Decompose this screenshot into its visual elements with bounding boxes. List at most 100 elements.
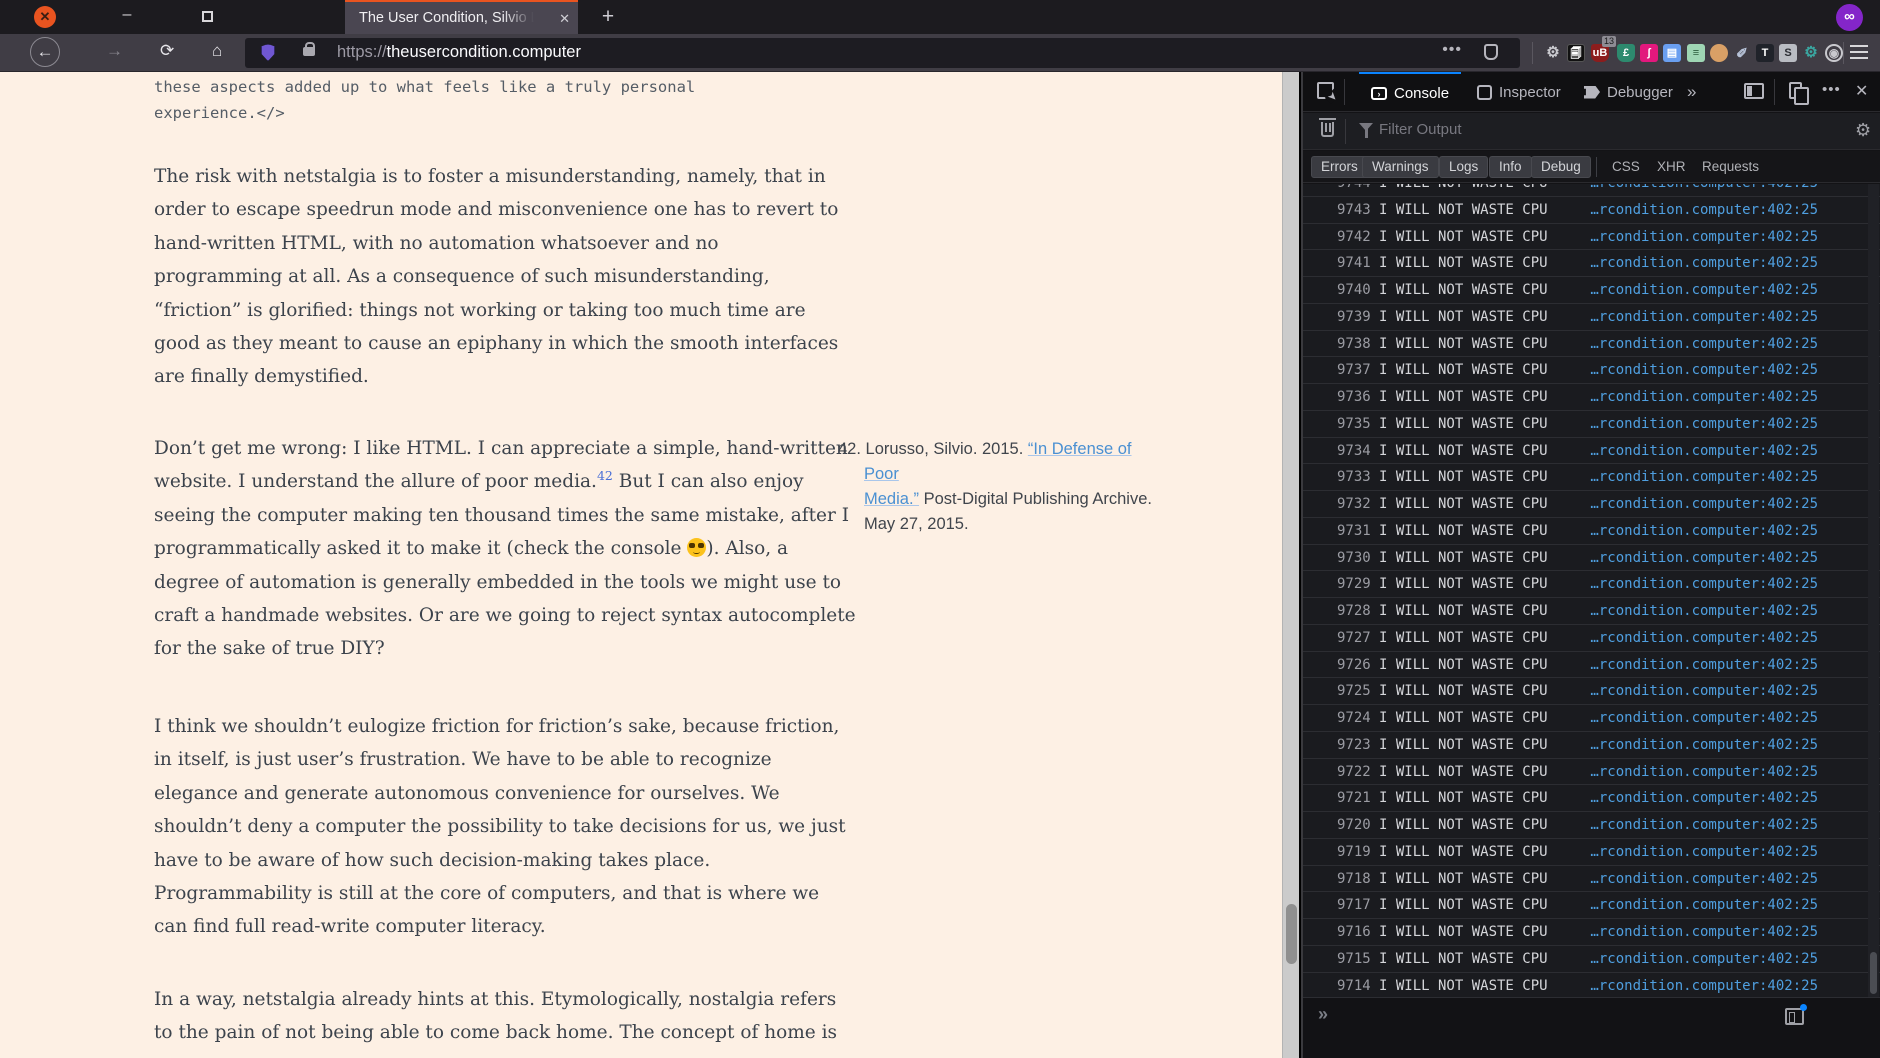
extension-ublock-icon[interactable]: uB13 — [1591, 44, 1609, 62]
extension-teal-gear-icon[interactable]: ⚙ — [1802, 44, 1820, 62]
log-source-link[interactable]: …rcondition.computer:402:25 — [1590, 518, 1818, 544]
console-scrollbar[interactable] — [1868, 184, 1879, 997]
reload-button[interactable]: ⟳ — [160, 41, 174, 61]
pocket-icon[interactable] — [1484, 44, 1498, 60]
inspector-icon — [1477, 85, 1492, 100]
log-source-link[interactable]: …rcondition.computer:402:25 — [1590, 464, 1818, 490]
pick-element-icon[interactable] — [1317, 82, 1334, 99]
console-output[interactable]: 9744 I WILL NOT WASTE CPU …rcondition.co… — [1303, 184, 1880, 997]
tab-close-icon[interactable]: ✕ — [559, 11, 570, 27]
responsive-design-icon[interactable] — [1789, 82, 1802, 99]
log-message: I WILL NOT WASTE CPU — [1379, 250, 1548, 276]
filter-logs-button[interactable]: Logs — [1439, 156, 1488, 178]
window-minimize-button[interactable]: – — [116, 6, 138, 28]
lock-icon[interactable] — [303, 47, 315, 56]
tab-title: The User Condition, Silvio L — [359, 10, 534, 26]
extension-s-icon[interactable]: S — [1779, 44, 1797, 62]
footnote-ref-link[interactable]: 42 — [597, 468, 613, 483]
log-source-link[interactable]: …rcondition.computer:402:25 — [1590, 812, 1818, 838]
home-button[interactable]: ⌂ — [212, 41, 222, 61]
log-repeat-number: 9735 — [1337, 411, 1371, 437]
log-source-link[interactable]: …rcondition.computer:402:25 — [1590, 438, 1818, 464]
extension-pen-icon[interactable]: ✐ — [1733, 44, 1751, 62]
log-source-link[interactable]: …rcondition.computer:402:25 — [1590, 625, 1818, 651]
extension-notepad-icon[interactable]: ≡ — [1687, 44, 1705, 62]
log-source-link[interactable]: …rcondition.computer:402:25 — [1590, 598, 1818, 624]
extension-pink-icon[interactable]: ʃ — [1640, 44, 1658, 62]
log-source-link[interactable]: …rcondition.computer:402:25 — [1590, 224, 1818, 250]
tracking-protection-shield-icon[interactable] — [261, 44, 275, 61]
tab-inspector[interactable]: Inspector — [1467, 72, 1571, 112]
page-scrollbar[interactable] — [1282, 72, 1299, 1058]
dock-layout-icon[interactable] — [1744, 83, 1764, 99]
console-settings-gear-icon[interactable]: ⚙ — [1855, 120, 1871, 141]
filter-debug-button[interactable]: Debug — [1531, 156, 1591, 178]
log-source-link[interactable]: …rcondition.computer:402:25 — [1590, 277, 1818, 303]
page-scrollbar-thumb[interactable] — [1286, 904, 1297, 964]
log-source-link[interactable]: …rcondition.computer:402:25 — [1590, 545, 1818, 571]
log-source-link[interactable]: …rcondition.computer:402:25 — [1590, 866, 1818, 892]
window-close-button[interactable]: ✕ — [34, 6, 56, 28]
filter-requests-button[interactable]: Requests — [1702, 159, 1759, 174]
tab-debugger[interactable]: Debugger — [1574, 72, 1683, 112]
log-source-link[interactable]: …rcondition.computer:402:25 — [1590, 919, 1818, 945]
filter-css-button[interactable]: CSS — [1612, 159, 1640, 174]
log-source-link[interactable]: …rcondition.computer:402:25 — [1590, 491, 1818, 517]
log-message: I WILL NOT WASTE CPU — [1379, 973, 1548, 998]
log-source-link[interactable]: …rcondition.computer:402:25 — [1590, 411, 1818, 437]
console-scrollbar-thumb[interactable] — [1870, 952, 1877, 994]
log-source-link[interactable]: …rcondition.computer:402:25 — [1590, 250, 1818, 276]
log-source-link[interactable]: …rcondition.computer:402:25 — [1590, 652, 1818, 678]
log-source-link[interactable]: …rcondition.computer:402:25 — [1590, 197, 1818, 223]
devtools-menu-icon[interactable]: ••• — [1822, 81, 1841, 98]
log-source-link[interactable]: …rcondition.computer:402:25 — [1590, 759, 1818, 785]
new-tab-button[interactable]: + — [596, 5, 620, 29]
browser-tab[interactable]: The User Condition, Silvio L ✕ — [345, 0, 578, 34]
log-source-link[interactable]: …rcondition.computer:402:25 — [1590, 946, 1818, 972]
extension-account-icon[interactable]: ◉ — [1825, 44, 1843, 62]
log-source-link[interactable]: …rcondition.computer:402:25 — [1590, 571, 1818, 597]
tab-console[interactable]: › Console — [1359, 72, 1461, 112]
log-message: I WILL NOT WASTE CPU — [1379, 184, 1548, 196]
console-filter-buttons: Errors Warnings Logs Info Debug CSS XHR … — [1303, 151, 1880, 183]
extension-gear-icon[interactable]: ⚙ — [1544, 44, 1562, 62]
log-source-link[interactable]: …rcondition.computer:402:25 — [1590, 678, 1818, 704]
log-message: I WILL NOT WASTE CPU — [1379, 438, 1548, 464]
extension-trash-icon[interactable]: 🗐 — [1567, 44, 1585, 62]
back-button[interactable]: ← — [30, 37, 60, 67]
console-icon: › — [1371, 87, 1387, 100]
forward-button[interactable]: → — [106, 41, 123, 61]
log-source-link[interactable]: …rcondition.computer:402:25 — [1590, 384, 1818, 410]
filter-warnings-button[interactable]: Warnings — [1362, 156, 1439, 178]
clear-console-icon[interactable] — [1321, 122, 1334, 137]
devtools-close-icon[interactable]: ✕ — [1855, 81, 1868, 101]
filter-errors-button[interactable]: Errors — [1311, 156, 1368, 178]
filter-output-input[interactable]: Filter Output — [1379, 121, 1462, 138]
extension-document-icon[interactable]: ▤ — [1663, 44, 1681, 62]
filter-info-button[interactable]: Info — [1489, 156, 1532, 178]
log-source-link[interactable]: …rcondition.computer:402:25 — [1590, 839, 1818, 865]
extension-pound-shield-icon[interactable]: £ — [1617, 44, 1635, 62]
split-console-icon[interactable] — [1785, 1008, 1804, 1025]
console-log-row: 9716 I WILL NOT WASTE CPU …rcondition.co… — [1303, 919, 1880, 946]
menu-hamburger-icon[interactable] — [1850, 45, 1868, 59]
extension-t-icon[interactable]: T — [1756, 44, 1774, 62]
page-actions-icon[interactable]: ••• — [1442, 41, 1462, 59]
log-source-link[interactable]: …rcondition.computer:402:25 — [1590, 184, 1818, 196]
log-source-link[interactable]: …rcondition.computer:402:25 — [1590, 973, 1818, 998]
url-bar[interactable]: https://theusercondition.computer ••• — [245, 38, 1520, 68]
log-source-link[interactable]: …rcondition.computer:402:25 — [1590, 785, 1818, 811]
filter-funnel-icon — [1359, 123, 1373, 131]
more-tabs-chevron[interactable]: » — [1687, 82, 1696, 102]
log-source-link[interactable]: …rcondition.computer:402:25 — [1590, 357, 1818, 383]
log-source-link[interactable]: …rcondition.computer:402:25 — [1590, 892, 1818, 918]
filter-xhr-button[interactable]: XHR — [1657, 159, 1686, 174]
log-source-link[interactable]: …rcondition.computer:402:25 — [1590, 732, 1818, 758]
extension-avatar-icon[interactable] — [1710, 44, 1728, 62]
log-source-link[interactable]: …rcondition.computer:402:25 — [1590, 331, 1818, 357]
log-source-link[interactable]: …rcondition.computer:402:25 — [1590, 705, 1818, 731]
log-repeat-number: 9730 — [1337, 545, 1371, 571]
window-maximize-button[interactable] — [196, 6, 218, 28]
log-source-link[interactable]: …rcondition.computer:402:25 — [1590, 304, 1818, 330]
console-input-row[interactable]: » — [1303, 997, 1880, 1058]
